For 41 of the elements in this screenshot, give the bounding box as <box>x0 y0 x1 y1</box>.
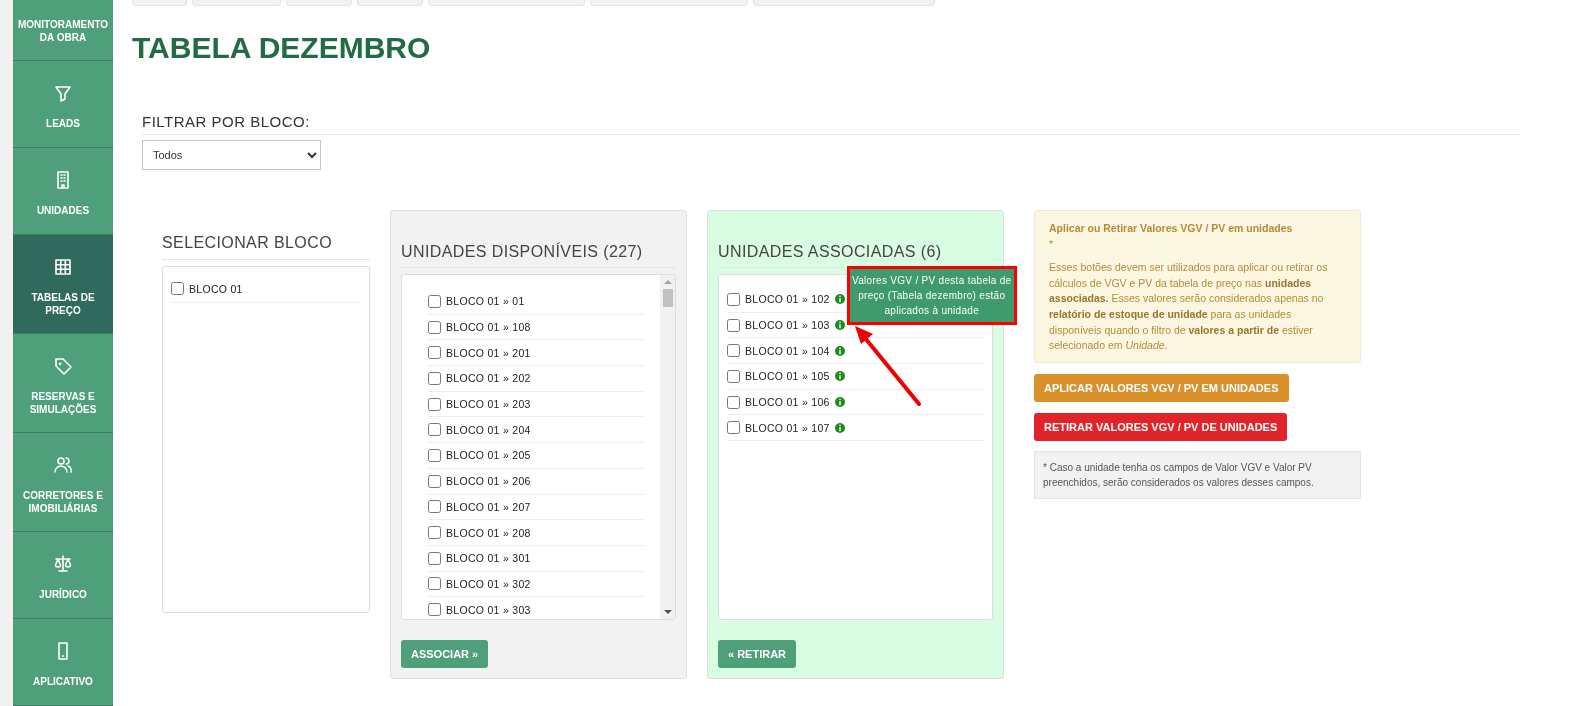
info-text: Esses botões devem ser utilizados para aplicar ou retirar os cálculos de VGV e PV da tabela de preço nas unidades associadas. Esses valores serão considerados apenas no relatório de estoque de unidade para as unidades disponíveis quando o filtro de valores a partir de estiver selecionado em Unidade. <box>1049 260 1329 354</box>
unit-label: BLOCO 01 » 203 <box>446 398 531 411</box>
unit-label: BLOCO 01 » 208 <box>446 526 531 539</box>
sidebar-item[interactable]: APLICATIVO <box>13 619 113 706</box>
filter-label: FILTRAR POR BLOCO: <box>142 113 1520 135</box>
sidebar-item[interactable]: JURÍDICO <box>13 532 113 619</box>
unit-label: BLOCO 01 » 106 <box>745 396 830 409</box>
unit-label: BLOCO 01 » 103 <box>745 319 830 332</box>
unit-label: BLOCO 01 » 105 <box>745 370 830 383</box>
section-title: SELECIONAR BLOCO <box>162 234 370 260</box>
sidebar-item[interactable]: RESERVAS E SIMULAÇÕES <box>13 334 113 433</box>
note-text: * Caso a unidade tenha os campos de Valor VGV e Valor PV preenchidos, serão considerados os valores desses campos. <box>1034 450 1361 499</box>
unit-label: BLOCO 01 » 301 <box>446 552 531 565</box>
sidebar-item[interactable]: CORRETORES E IMOBILIÁRIAS <box>13 433 113 532</box>
unit-label: BLOCO 01 » 01 <box>446 295 525 308</box>
sidebar-item[interactable]: LEADS <box>13 61 113 148</box>
unit-label: BLOCO 01 » 202 <box>446 372 531 385</box>
section-title: UNIDADES DISPONÍVEIS (227) <box>401 243 676 268</box>
block-filter-select[interactable]: Todos <box>142 140 321 170</box>
remove-button[interactable]: « RETIRAR <box>718 640 797 668</box>
unit-label: BLOCO 01 » 204 <box>446 423 531 436</box>
tooltip: Valores VGV / PV desta tabela de preço (Tabela dezembro) estão aplicados à unidade <box>846 266 1017 326</box>
unit-label: BLOCO 01 » 104 <box>745 344 830 357</box>
sidebar-item[interactable]: TABELAS DE PREÇO <box>13 235 113 334</box>
unit-label: BLOCO 01 » 207 <box>446 500 531 513</box>
page-title: TABELA DEZEMBRO <box>132 33 432 63</box>
sidebar-item[interactable]: MONITORAMENTO DA OBRA <box>13 0 113 61</box>
unit-label: BLOCO 01 » 107 <box>745 421 830 434</box>
unit-label: BLOCO 01 » 206 <box>446 475 531 488</box>
block-label: BLOCO 01 <box>189 282 243 295</box>
associate-button[interactable]: ASSOCIAR » <box>401 640 489 668</box>
unit-label: BLOCO 01 » 108 <box>446 321 531 334</box>
unit-label: BLOCO 01 » 102 <box>745 293 830 306</box>
footnote-mark: * <box>1049 236 1055 252</box>
remove-values-button[interactable]: RETIRAR VALORES VGV / PV DE UNIDADES <box>1034 412 1288 441</box>
apply-values-button[interactable]: APLICAR VALORES VGV / PV EM UNIDADES <box>1034 373 1289 402</box>
info-title: Aplicar ou Retirar Valores VGV / PV em unidades <box>1049 221 1294 236</box>
unit-label: BLOCO 01 » 303 <box>446 603 531 616</box>
unit-label: BLOCO 01 » 205 <box>446 449 531 462</box>
unit-label: BLOCO 01 » 201 <box>446 346 531 359</box>
unit-label: BLOCO 01 » 302 <box>446 577 531 590</box>
